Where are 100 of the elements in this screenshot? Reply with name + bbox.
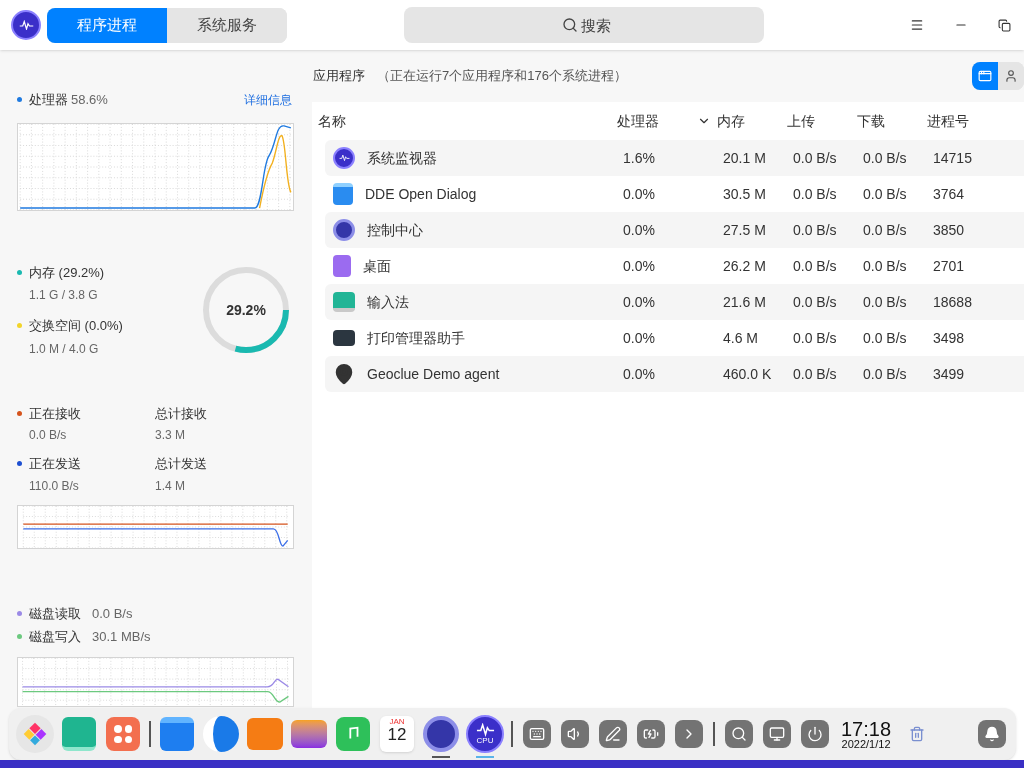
network-total-label: 总计发送 (155, 455, 208, 473)
table-cell-text: 0.0 B/s (793, 328, 838, 348)
power-button[interactable] (801, 720, 829, 748)
network-total: 3.3 M (155, 427, 186, 444)
table-cell-text: 0.0% (622, 220, 656, 240)
network-total: 1.4 M (155, 477, 186, 495)
disk-label: 磁盘写入 (29, 628, 81, 646)
bell-icon (984, 726, 1000, 742)
process-name: DDE Open Dialog (365, 184, 477, 204)
network-rate: 110.0 B/s (28, 477, 80, 495)
swap-detail: 1.0 M / 4.0 G (28, 340, 100, 358)
search-button[interactable] (725, 720, 753, 748)
trash-icon[interactable] (909, 726, 926, 742)
process-name: 输入法 (367, 292, 409, 312)
process-summary: （正在运行7个应用程序和176个系统进程） (377, 67, 627, 86)
restore-button[interactable] (998, 18, 1011, 32)
table-cell-text: 0.0 B/s (863, 220, 908, 240)
calendar-icon[interactable]: JAN 12 (380, 716, 414, 752)
monitor-app-icon[interactable]: CPU (466, 715, 504, 753)
table-cell-text: 0.0 B/s (863, 184, 908, 204)
monitor-icon (769, 726, 785, 742)
waveform-icon (475, 723, 495, 737)
table-cell-text: 30.5 M (723, 184, 767, 204)
process-row[interactable]: 系统监视器 1.6% 20.1 M 0.0 B/s 0.0 B/s 14715 (325, 140, 1024, 176)
user-icon (1004, 69, 1018, 83)
battery-icon (643, 726, 659, 742)
network-label: 正在发送 (29, 455, 81, 473)
table-cell-text: 3850 (933, 220, 966, 240)
battery-button[interactable] (637, 720, 665, 748)
disk-rate: 0.0 B/s (92, 604, 133, 623)
chevron-right-button[interactable] (675, 720, 703, 748)
table-cell-text: 3499 (933, 364, 966, 384)
grid-app-icon[interactable] (106, 717, 140, 751)
column-header[interactable]: 上传 (787, 110, 857, 132)
calendar-day: 12 (387, 726, 407, 743)
pen-button[interactable] (599, 720, 627, 748)
waveform-icon (18, 19, 34, 31)
table-cell-text: 0.0 B/s (863, 148, 908, 168)
table-cell-text: 18688 (933, 292, 973, 312)
pen-icon (605, 726, 621, 742)
process-name: 打印管理器助手 (367, 328, 465, 348)
table-cell-text: 0.0 B/s (793, 184, 838, 204)
window-icon (978, 69, 992, 83)
column-header[interactable]: 处理器 (617, 110, 717, 132)
memory-detail: 1.1 G / 3.8 G (28, 287, 99, 304)
process-row[interactable]: Geoclue Demo agent 0.0% 460.0 K 0.0 B/s 0.0 B/s 3499 (325, 356, 1024, 392)
power-icon (807, 726, 823, 742)
monitor-button[interactable] (763, 720, 791, 748)
swap-label: 交换空间 (0.0%) (29, 317, 123, 335)
volume-button[interactable] (561, 720, 589, 748)
table-cell-text: 0.0% (622, 292, 656, 312)
search-icon (731, 726, 747, 742)
cpu-label: 处理器 (29, 91, 68, 109)
table-cell-text: 3498 (933, 328, 966, 348)
table-cell-text: 0.0 B/s (863, 328, 908, 348)
memory-ring-percent: 29.2% (226, 303, 266, 317)
calendar-month: JAN (389, 718, 405, 726)
process-row[interactable]: 控制中心 0.0% 27.5 M 0.0 B/s 0.0 B/s 3850 (325, 212, 1024, 248)
search-icon (562, 17, 578, 33)
disk-rate: 30.1 MB/s (92, 628, 151, 646)
cpu-label: CPU (476, 736, 494, 745)
table-cell-text: 14715 (933, 148, 973, 168)
network-total-label: 总计接收 (155, 404, 208, 423)
view-tab[interactable]: 程序进程 (47, 7, 167, 43)
table-cell-text: 27.5 M (723, 220, 767, 240)
process-name: 控制中心 (367, 220, 423, 240)
table-cell-text: 0.0 B/s (793, 256, 838, 276)
process-name: 系统监视器 (367, 148, 437, 168)
table-cell-text: 0.0 B/s (793, 292, 838, 312)
column-header[interactable]: 下载 (857, 110, 927, 132)
notification-button[interactable] (978, 720, 1006, 748)
search-field[interactable]: 搜索 (404, 7, 764, 43)
table-cell-text: 3764 (933, 184, 966, 204)
column-header[interactable]: 进程号 (927, 110, 1024, 132)
menu-icon (910, 18, 924, 32)
keyboard-button[interactable] (523, 720, 551, 748)
column-header[interactable]: 名称 (318, 110, 617, 132)
table-cell-text: 0.0 B/s (863, 292, 908, 312)
table-cell-text: 21.6 M (723, 292, 767, 312)
process-name: 桌面 (363, 256, 391, 276)
table-cell-text: 20.1 M (723, 148, 767, 168)
table-cell-text: 0.0% (622, 328, 656, 348)
table-cell-text: 0.0 B/s (863, 256, 908, 276)
app-view-button[interactable] (972, 62, 998, 90)
map-pin-icon (333, 363, 355, 385)
menu-button[interactable] (910, 18, 924, 32)
table-cell-text: 0.0 B/s (793, 364, 838, 384)
clock-time: 17:18 (841, 718, 892, 739)
process-row[interactable]: 输入法 0.0% 21.6 M 0.0 B/s 0.0 B/s 18688 (325, 284, 1024, 320)
launcher-icon[interactable] (16, 715, 54, 753)
table-cell-text: 0.0% (622, 184, 656, 204)
section-title: 应用程序 (313, 67, 365, 86)
table-cell-text: 0.0 B/s (863, 364, 908, 384)
details-link[interactable]: 详细信息 (244, 90, 292, 109)
table-cell-text: 2701 (933, 256, 966, 276)
table-cell-text: 0.0% (622, 256, 656, 276)
cpu-usage: 58.6% (71, 91, 108, 109)
disk-label: 磁盘读取 (29, 604, 81, 623)
column-header[interactable]: 内存 (717, 110, 787, 132)
table-cell-text: 4.6 M (723, 328, 759, 348)
